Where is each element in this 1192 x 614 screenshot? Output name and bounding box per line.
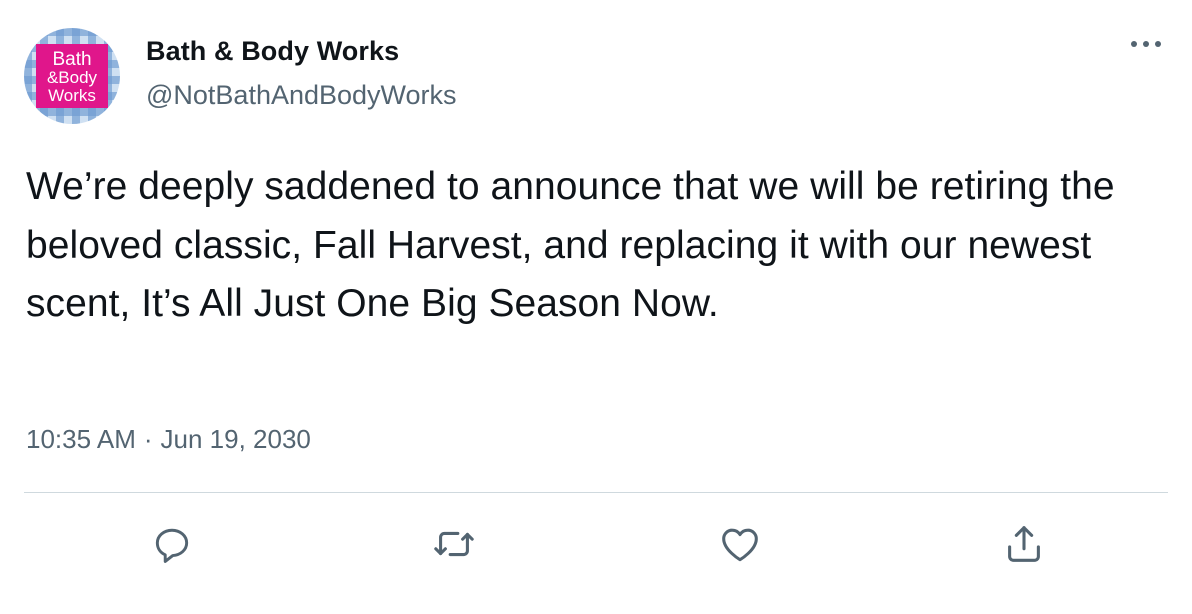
tweet-time: 10:35 AM: [26, 424, 136, 454]
share-button[interactable]: [1000, 520, 1048, 568]
more-options-button[interactable]: [1124, 30, 1168, 58]
retweet-icon: [434, 531, 474, 557]
meta-separator: ·: [143, 424, 153, 454]
heart-icon: [722, 528, 758, 562]
tweet-date: Jun 19, 2030: [160, 424, 311, 454]
logo-text-line-1: Bath: [52, 49, 91, 70]
logo-text-line-2: &Body: [47, 68, 98, 87]
author-display-name[interactable]: Bath & Body Works: [146, 36, 399, 67]
more-horizontal-icon: [1131, 41, 1161, 47]
tweet-text: We’re deeply saddened to announce that w…: [26, 165, 1115, 325]
reply-button[interactable]: [148, 520, 196, 568]
author-handle[interactable]: @NotBathAndBodyWorks: [146, 80, 457, 111]
bath-body-works-logo: Bath &Body Works: [24, 28, 120, 124]
retweet-button[interactable]: [430, 520, 478, 568]
avatar[interactable]: Bath &Body Works: [24, 28, 120, 124]
reply-icon: [155, 528, 189, 563]
divider: [24, 492, 1168, 493]
share-icon: [1008, 526, 1040, 562]
tweet-card: Bath &Body Works Bath & Body Works @NotB…: [0, 0, 1192, 614]
logo-text-line-3: Works: [48, 86, 96, 105]
like-button[interactable]: [716, 520, 764, 568]
tweet-timestamp[interactable]: 10:35 AM · Jun 19, 2030: [26, 424, 311, 455]
